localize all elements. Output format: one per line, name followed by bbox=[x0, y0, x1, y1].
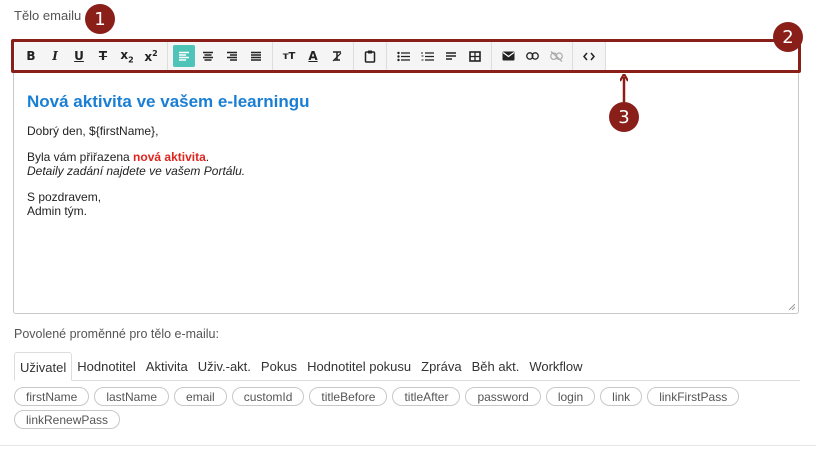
paste-icon[interactable] bbox=[359, 45, 381, 67]
tab-běh-akt-[interactable]: Běh akt. bbox=[467, 352, 525, 380]
variable-chip-password[interactable]: password bbox=[465, 387, 541, 406]
variable-chip-lastname[interactable]: lastName bbox=[94, 387, 170, 406]
email-paragraph: Byla vám přiřazena nová aktivita. Detail… bbox=[27, 150, 787, 178]
underline-icon[interactable]: U bbox=[68, 45, 90, 67]
variable-chip-login[interactable]: login bbox=[545, 387, 596, 406]
align-left-icon[interactable] bbox=[173, 45, 195, 67]
annotation-badge-2: 2 bbox=[773, 22, 803, 52]
tab-hodnotitel-pokusu[interactable]: Hodnotitel pokusu bbox=[302, 352, 416, 380]
toolbar-group-links bbox=[492, 42, 573, 70]
email-heading: Nová aktivita ve vašem e-learningu bbox=[27, 92, 310, 111]
variable-chip-titlebefore[interactable]: titleBefore bbox=[309, 387, 388, 406]
annotation-arrow-icon bbox=[620, 74, 628, 102]
tab-pokus[interactable]: Pokus bbox=[256, 352, 302, 380]
email-icon[interactable] bbox=[497, 45, 519, 67]
superscript-icon[interactable]: x2 bbox=[140, 45, 162, 67]
tab-aktivita[interactable]: Aktivita bbox=[141, 352, 193, 380]
variable-tabs: Uživatel Hodnotitel Aktivita Uživ.-akt. Poku… bbox=[14, 352, 800, 381]
link-icon[interactable] bbox=[521, 45, 543, 67]
bullet-list-icon[interactable] bbox=[392, 45, 414, 67]
toolbar-group-text-style: B I U T x2 x2 bbox=[15, 42, 168, 70]
variable-chip-firstname[interactable]: firstName bbox=[14, 387, 90, 406]
signature-line-2: Admin tým. bbox=[27, 204, 88, 218]
align-right-icon[interactable] bbox=[221, 45, 243, 67]
italic-icon[interactable]: I bbox=[44, 45, 66, 67]
resize-handle-icon[interactable] bbox=[789, 304, 795, 310]
source-code-icon[interactable] bbox=[578, 45, 600, 67]
editor-toolbar: B I U T x2 x2 тT A bbox=[15, 42, 606, 70]
editor-content[interactable]: Nová aktivita ve vašem e-learningu Dobrý… bbox=[27, 92, 787, 230]
annotation-badge-3: 3 bbox=[609, 102, 639, 132]
toolbar-group-lists bbox=[387, 42, 492, 70]
unlink-icon[interactable] bbox=[545, 45, 567, 67]
variable-chip-titleafter[interactable]: titleAfter bbox=[392, 387, 461, 406]
horizontal-rule-icon[interactable] bbox=[440, 45, 462, 67]
align-center-icon[interactable] bbox=[197, 45, 219, 67]
bold-icon[interactable]: B bbox=[20, 45, 42, 67]
email-body-label: Tělo emailu bbox=[14, 8, 82, 23]
align-justify-icon[interactable] bbox=[245, 45, 267, 67]
email-greeting: Dobrý den, ${firstName}, bbox=[27, 124, 159, 138]
details-text: Detaily zadání najdete ve vašem Portálu. bbox=[27, 164, 246, 178]
sentence-period: . bbox=[205, 150, 210, 164]
strikethrough-icon[interactable]: T bbox=[92, 45, 114, 67]
variable-chip-link[interactable]: link bbox=[600, 387, 643, 406]
numbered-list-icon[interactable] bbox=[416, 45, 438, 67]
toolbar-group-font: тT A bbox=[273, 42, 354, 70]
divider bbox=[0, 445, 816, 446]
font-color-icon[interactable]: A bbox=[302, 45, 324, 67]
tab-workflow[interactable]: Workflow bbox=[524, 352, 587, 380]
annotation-badge-1: 1 bbox=[85, 4, 115, 34]
variable-chips: firstName lastName email customId titleBefor… bbox=[14, 387, 800, 429]
variable-chip-linkrenewpass[interactable]: linkRenewPass bbox=[14, 410, 121, 429]
toolbar-group-source bbox=[573, 42, 606, 70]
toolbar-group-alignment bbox=[168, 42, 273, 70]
variable-chip-email[interactable]: email bbox=[174, 387, 227, 406]
signature-line-1: S pozdravem, bbox=[27, 190, 102, 204]
email-signature: S pozdravem, Admin tým. bbox=[27, 190, 787, 218]
allowed-variables-label: Povolené proměnné pro tělo e-mailu: bbox=[14, 327, 219, 341]
clear-format-icon[interactable] bbox=[326, 45, 348, 67]
tab-uživatel[interactable]: Uživatel bbox=[14, 352, 73, 381]
variable-chip-linkfirstpass[interactable]: linkFirstPass bbox=[647, 387, 740, 406]
tab-zpráva[interactable]: Zpráva bbox=[416, 352, 466, 380]
new-activity-highlight: nová aktivita bbox=[133, 150, 206, 164]
tab-hodnotitel[interactable]: Hodnotitel bbox=[72, 352, 141, 380]
font-size-icon[interactable]: тT bbox=[278, 45, 300, 67]
toolbar-group-paste bbox=[354, 42, 387, 70]
subscript-icon[interactable]: x2 bbox=[116, 45, 138, 67]
variable-chip-customid[interactable]: customId bbox=[231, 387, 305, 406]
table-icon[interactable] bbox=[464, 45, 486, 67]
tab-uživ-akt-[interactable]: Uživ.-akt. bbox=[193, 352, 256, 380]
assignment-text: Byla vám přiřazena bbox=[27, 150, 134, 164]
